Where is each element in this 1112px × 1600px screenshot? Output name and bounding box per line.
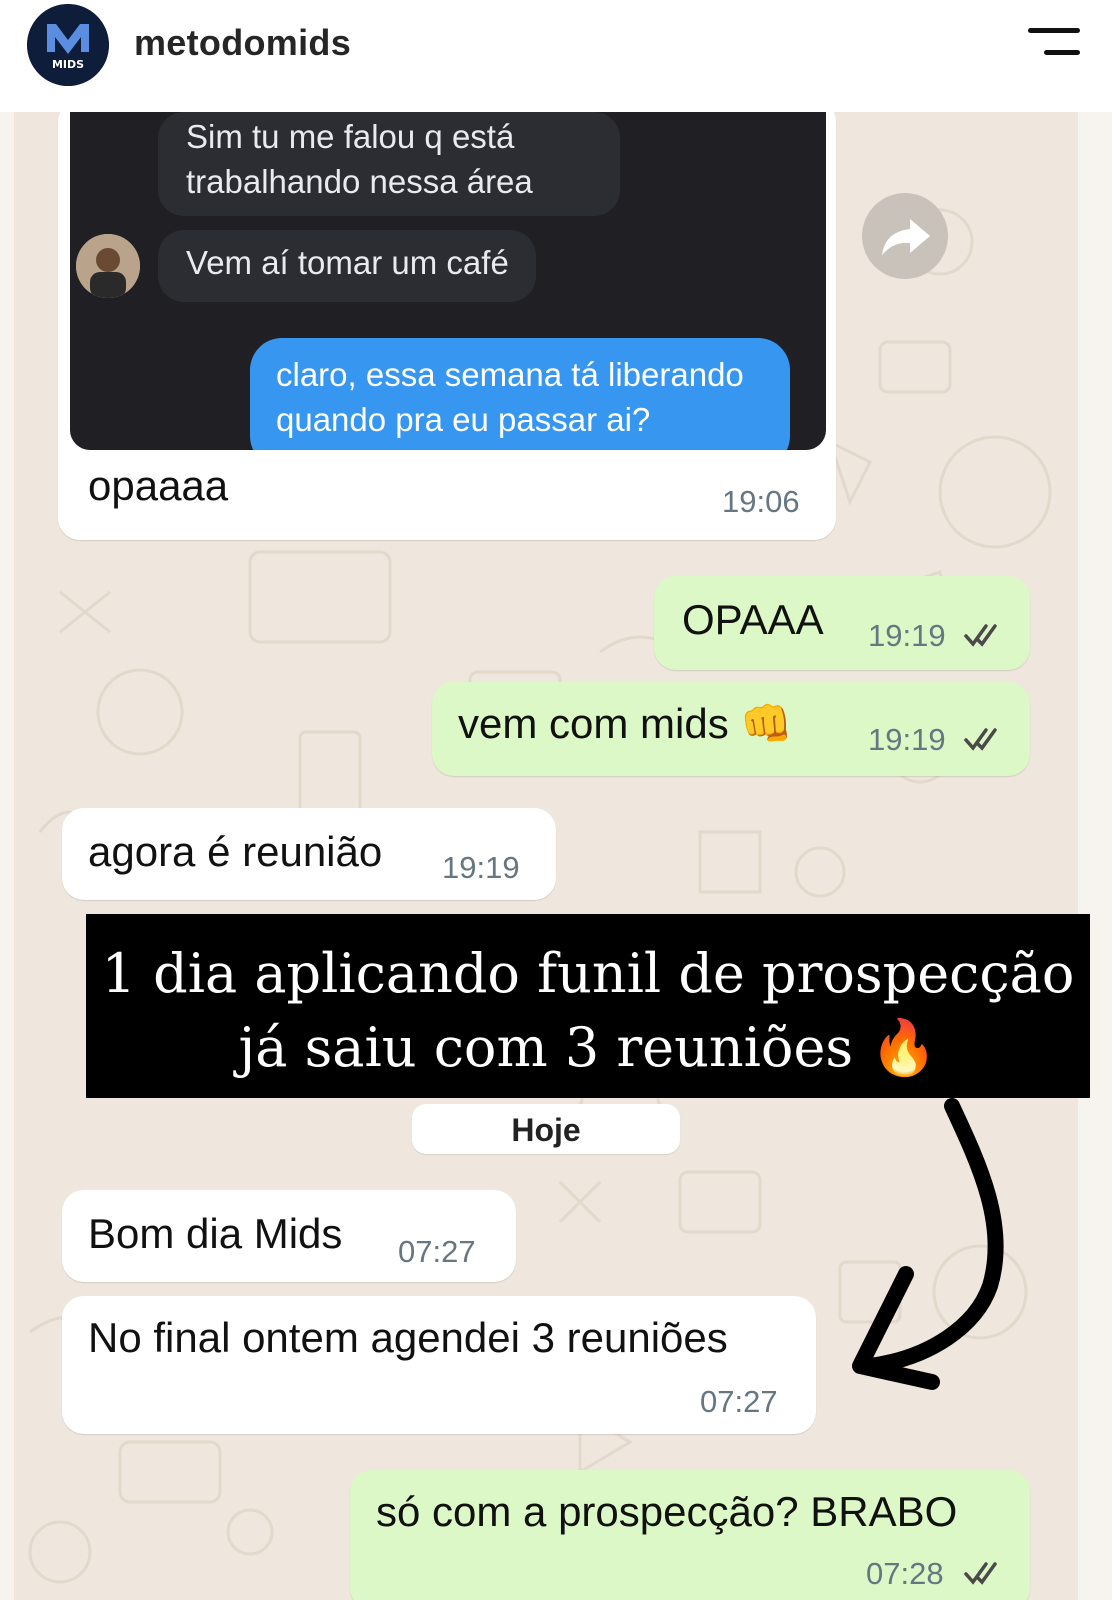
message-text: Bom dia Mids <box>88 1210 343 1257</box>
double-check-icon <box>964 624 997 647</box>
banner-line: 1 dia aplicando funil de prospecção <box>101 942 1075 1005</box>
message-time: 19:06 <box>722 484 800 519</box>
embedded-message-text: Vem aí tomar um café <box>186 244 509 281</box>
chat-edge-right <box>1078 112 1112 1600</box>
embedded-avatar <box>76 234 140 298</box>
embedded-screenshot: Sim tu me falou q está trabalhando nessa… <box>70 112 826 450</box>
message-time: 07:27 <box>398 1234 476 1269</box>
message-text: só com a prospecção? BRABO <box>376 1488 958 1535</box>
message-time: 07:27 <box>700 1384 778 1419</box>
profile-username[interactable]: metodomids <box>134 22 351 64</box>
forward-icon[interactable] <box>862 193 948 279</box>
date-separator: Hoje <box>412 1104 680 1154</box>
message-time: 19:19 <box>868 618 946 653</box>
message-text: agora é reunião <box>88 828 383 875</box>
banner-line: já saiu com 3 reuniões 🔥 <box>238 1016 938 1079</box>
arrow-annotation-icon <box>852 1098 1004 1390</box>
promo-banner: 1 dia aplicando funil de prospecção já s… <box>86 914 1090 1098</box>
mids-logo-icon: MIDS <box>27 4 109 86</box>
message-time: 19:19 <box>442 850 520 885</box>
embedded-reply-line: claro, essa semana tá liberando quando p… <box>276 356 744 438</box>
avatar-text: MIDS <box>52 58 84 71</box>
profile-header: MIDS metodomids <box>0 0 1112 112</box>
message-time: 19:19 <box>868 722 946 757</box>
message-time: 07:28 <box>866 1556 944 1591</box>
message-text: No final ontem agendei 3 reuniões <box>88 1314 728 1361</box>
double-check-icon <box>964 728 997 751</box>
message-text: OPAAA <box>682 596 824 643</box>
double-check-icon <box>964 1562 997 1585</box>
hamburger-menu-icon[interactable] <box>1026 26 1080 60</box>
chat-edge-left <box>0 112 14 1600</box>
message-text: opaaaa <box>88 462 229 509</box>
message-text: vem com mids 👊 <box>458 700 793 747</box>
date-separator-label: Hoje <box>511 1112 581 1148</box>
avatar[interactable]: MIDS <box>27 4 109 86</box>
embedded-message-line: Sim tu me falou q está <box>186 118 515 155</box>
embedded-message-line: trabalhando nessa área <box>186 163 533 200</box>
